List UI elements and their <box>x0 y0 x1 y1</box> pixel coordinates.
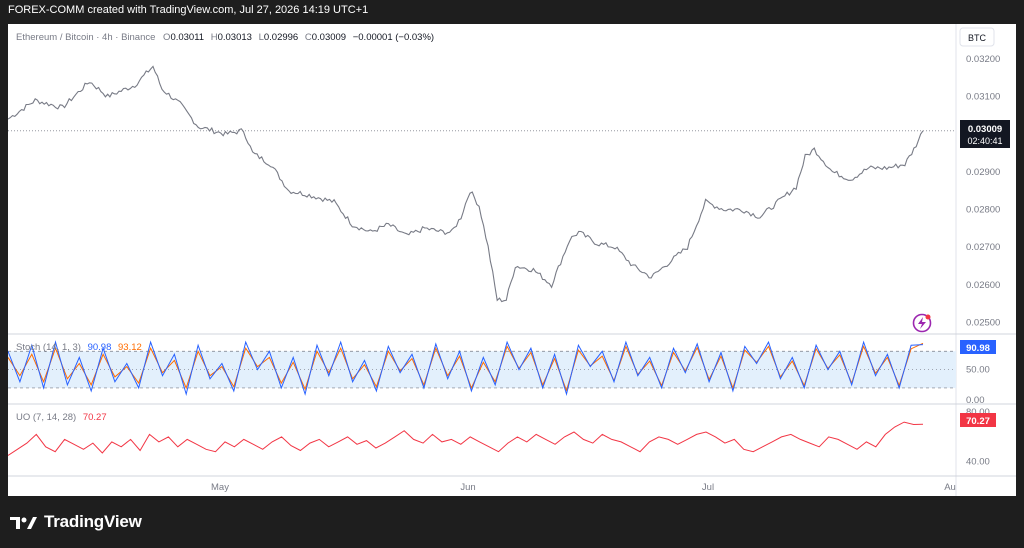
uo-badge-value: 70.27 <box>966 416 990 427</box>
open-value: 0.03011 <box>170 32 204 43</box>
chart-canvas[interactable]: 0.02500 0.02600 0.02700 0.02800 0.02900 0.030… <box>8 24 1016 496</box>
price-line <box>8 65 924 303</box>
time-tick-label: Jul <box>702 482 714 493</box>
tradingview-brand: TradingView <box>44 512 142 531</box>
lightning-icon[interactable] <box>912 313 932 333</box>
price-badge-value: 0.03009 <box>968 124 1002 135</box>
tradingview-logo: TradingView <box>10 512 142 532</box>
time-axis: May Jun Jul Au <box>211 482 956 493</box>
price-axis: 0.02500 0.02600 0.02700 0.02800 0.02900 0.030… <box>966 54 1000 329</box>
time-tick-label: Au <box>944 482 956 493</box>
stoch-d-value: 93.12 <box>118 342 142 353</box>
price-tick-label: 0.03200 <box>966 54 1000 65</box>
price-tick-label: 0.02800 <box>966 204 1000 215</box>
time-tick-label: May <box>211 482 229 493</box>
symbol-name: Ethereum / Bitcoin · 4h · Binance <box>16 32 155 43</box>
stoch-tick-label: 0.00 <box>966 395 985 406</box>
open-label: O <box>163 32 170 43</box>
stoch-tick-label: 50.00 <box>966 365 990 376</box>
currency-label: BTC <box>968 33 987 43</box>
uo-label: UO (7, 14, 28) <box>16 412 76 423</box>
tradingview-logo-icon <box>10 517 37 529</box>
uo-tick-label: 40.00 <box>966 457 990 468</box>
price-tick-label: 0.03100 <box>966 91 1000 102</box>
chart-frame[interactable]: 0.02500 0.02600 0.02700 0.02800 0.02900 0.030… <box>8 24 1016 496</box>
low-value: 0.02996 <box>264 32 298 43</box>
price-series <box>8 65 924 303</box>
attribution-header: FOREX-COMM created with TradingView.com,… <box>8 4 369 16</box>
change-value: −0.00001 (−0.03%) <box>353 32 434 43</box>
uo-line <box>8 421 924 456</box>
price-tick-label: 0.02700 <box>966 242 1000 253</box>
uo-value: 70.27 <box>83 412 107 423</box>
price-grid <box>8 24 1016 496</box>
stoch-k-value: 90.98 <box>88 342 112 353</box>
price-badge-countdown: 02:40:41 <box>967 136 1002 146</box>
stoch-badge-value: 90.98 <box>966 343 990 354</box>
price-tick-label: 0.02900 <box>966 167 1000 178</box>
uo-panel: 40.0080.00 <box>8 407 990 468</box>
uo-legend: UO (7, 14, 28) 70.27 <box>16 412 107 423</box>
symbol-legend: Ethereum / Bitcoin · 4h · Binance O0.030… <box>16 32 434 43</box>
stoch-panel: 0.00 50.00 <box>8 340 990 406</box>
price-tick-label: 0.02600 <box>966 280 1000 291</box>
stoch-label: Stoch (14, 1, 3) <box>16 342 81 353</box>
price-tick-label: 0.02500 <box>966 317 1000 328</box>
high-value: 0.03013 <box>218 32 252 43</box>
stoch-legend: Stoch (14, 1, 3) 90.98 93.12 <box>16 342 142 353</box>
time-tick-label: Jun <box>460 482 475 493</box>
close-value: 0.03009 <box>312 32 346 43</box>
